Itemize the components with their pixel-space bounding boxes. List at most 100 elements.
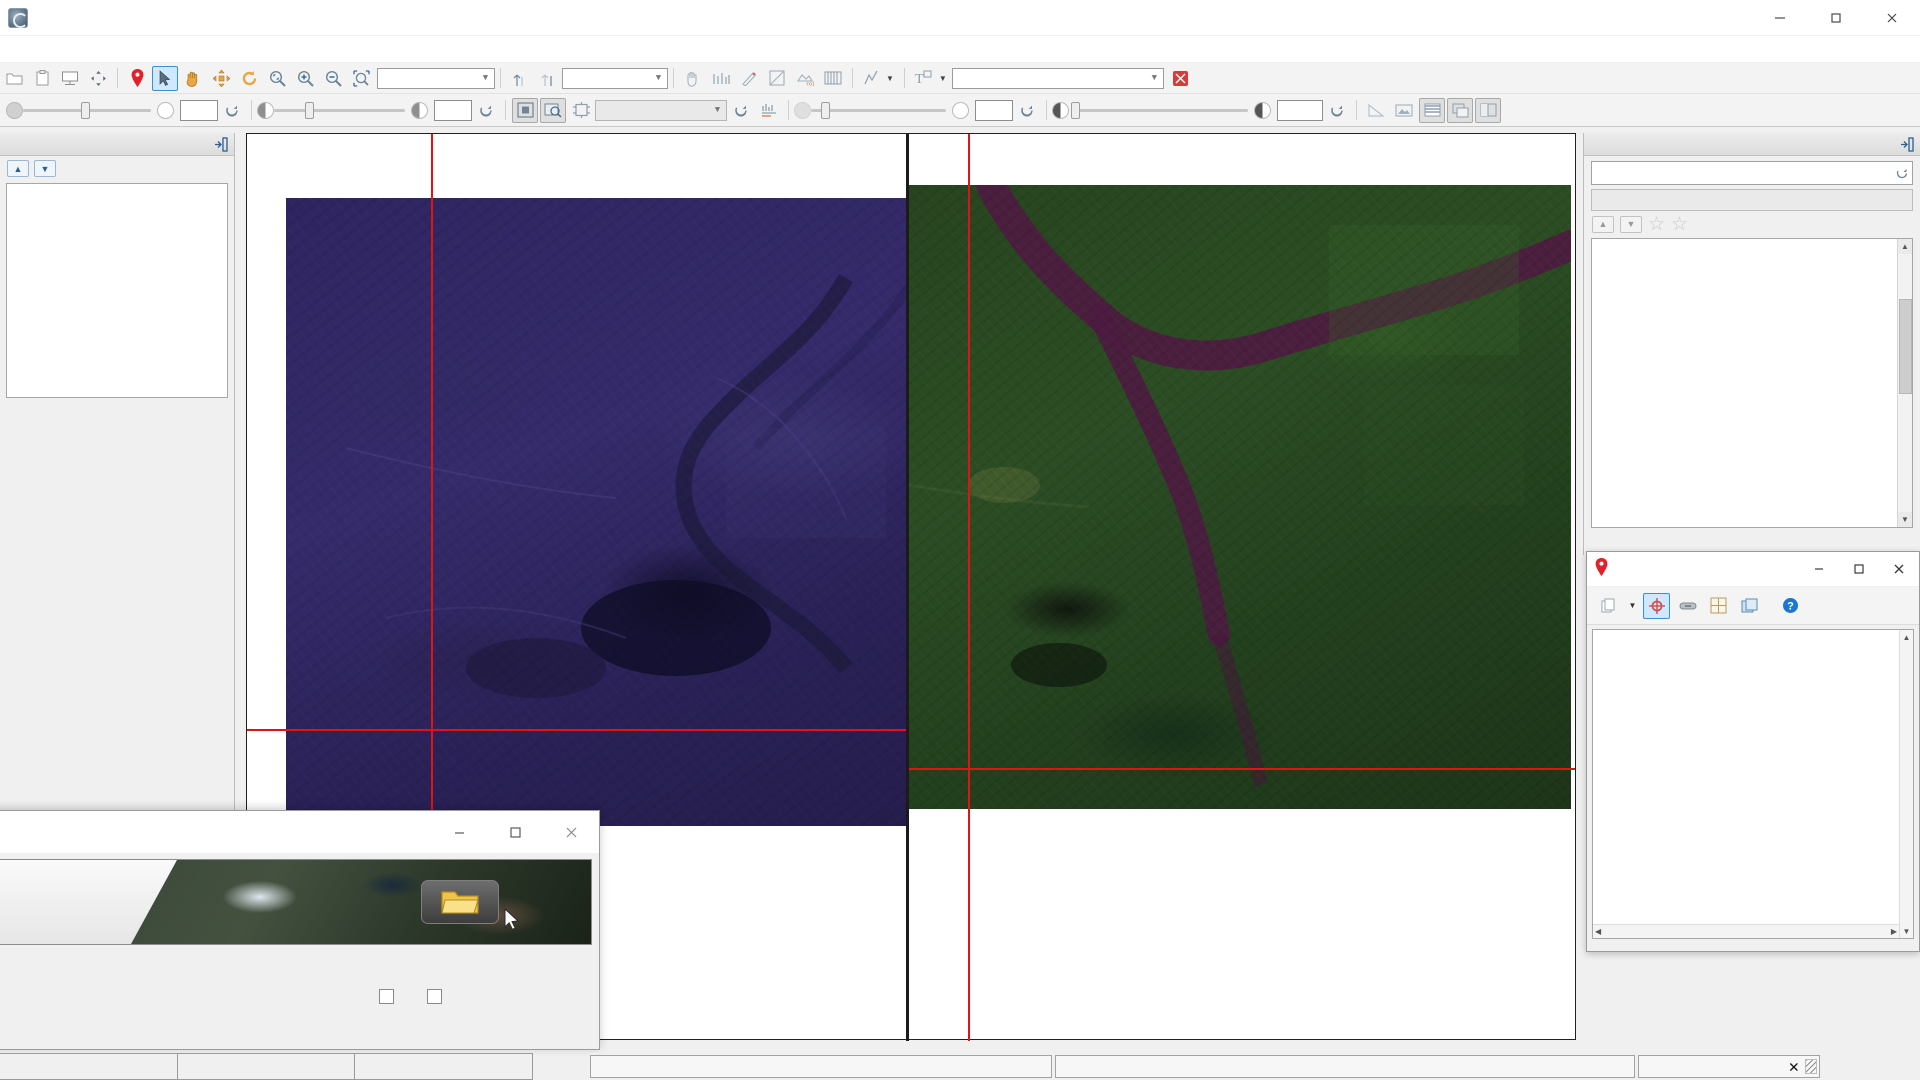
close-icon[interactable]: ✕: [1789, 1057, 1799, 1077]
scroll-down-icon[interactable]: ▼: [1900, 924, 1913, 938]
pencil-measure-icon[interactable]: [736, 66, 762, 91]
sharpen-value[interactable]: [1277, 99, 1323, 121]
hand-pan-icon[interactable]: [180, 66, 206, 91]
menu-edit[interactable]: [34, 46, 58, 52]
placemark-pin-icon[interactable]: [124, 66, 150, 91]
help-icon[interactable]: ?: [1777, 593, 1804, 619]
crosshair-target-icon[interactable]: [1643, 592, 1670, 619]
checkbox-box[interactable]: [427, 988, 442, 1004]
scroll-right-icon[interactable]: ▶: [1891, 927, 1897, 936]
brightness-slider[interactable]: [274, 98, 405, 123]
close-icon[interactable]: [1879, 552, 1919, 586]
zoom-out-icon[interactable]: [320, 66, 346, 91]
base-image-tm-data[interactable]: [286, 198, 906, 826]
select-arrow-icon[interactable]: [152, 65, 178, 91]
link-icon[interactable]: [1674, 593, 1701, 619]
open-folder-icon[interactable]: [421, 880, 499, 924]
snapshot-icon[interactable]: [1391, 98, 1417, 123]
refresh-transparency-icon[interactable]: [219, 98, 245, 123]
stretch-refresh-icon[interactable]: [728, 98, 754, 123]
scroll-up-icon[interactable]: ▲: [1898, 239, 1912, 254]
refresh-brightness-icon[interactable]: [473, 98, 499, 123]
predict-warp-location-checkbox[interactable]: [379, 988, 399, 1004]
zoom-extent-icon[interactable]: [264, 66, 290, 91]
portal-icon[interactable]: [568, 98, 594, 123]
cursor-value-hscrollbar[interactable]: ◀ ▶: [1593, 924, 1899, 938]
cursor-value-vscrollbar[interactable]: ▲ ▼: [1899, 630, 1913, 938]
layers-icon[interactable]: [1736, 593, 1763, 619]
maximize-icon[interactable]: [1808, 0, 1864, 36]
sharpen-slider[interactable]: [1069, 98, 1248, 123]
region-icon[interactable]: [764, 66, 790, 91]
star-outline-icon[interactable]: ☆: [1648, 215, 1665, 234]
minimize-icon[interactable]: [431, 812, 487, 852]
clipboard-icon[interactable]: [29, 66, 55, 91]
scroll-down-icon[interactable]: ▼: [1898, 512, 1912, 527]
rotate-icon[interactable]: [236, 66, 262, 91]
maximize-icon[interactable]: [1839, 552, 1879, 586]
zoom-to-native-icon[interactable]: [540, 97, 566, 123]
bandslider-icon[interactable]: [820, 66, 846, 91]
menu-file[interactable]: [10, 46, 34, 52]
open-file-icon[interactable]: [1, 66, 27, 91]
layer-tree[interactable]: [6, 183, 228, 398]
chevron-down-icon[interactable]: ▼: [1620, 215, 1642, 233]
column-header-warpx[interactable]: [177, 1054, 356, 1080]
menu-display[interactable]: [58, 46, 82, 52]
copy-dropdown-caret-icon[interactable]: ▼: [1626, 593, 1639, 619]
minimize-icon[interactable]: [1752, 0, 1808, 36]
menu-placemarks[interactable]: [82, 46, 106, 52]
refresh-contrast-icon[interactable]: [1014, 98, 1040, 123]
rotate-left-icon[interactable]: [507, 66, 533, 91]
pan-crosshair-icon[interactable]: [85, 66, 111, 91]
contrast-value[interactable]: [975, 99, 1013, 121]
star-add-icon[interactable]: ☆: [1671, 215, 1688, 234]
close-icon[interactable]: [543, 812, 599, 852]
transparency-slider[interactable]: [23, 98, 151, 123]
checkbox-box[interactable]: [379, 988, 394, 1004]
grid-icon[interactable]: [1705, 593, 1732, 619]
scrollbar-thumb[interactable]: [1899, 299, 1912, 394]
toolbox-scrollbar[interactable]: ▲ ▼: [1897, 239, 1912, 527]
toolbox-tree[interactable]: ▲ ▼: [1591, 238, 1913, 528]
stretch-dropdown[interactable]: ▼: [595, 99, 727, 121]
go-to-dropdown[interactable]: ▼: [951, 67, 1164, 89]
annotations-button[interactable]: T ▼: [911, 66, 951, 91]
menu-help[interactable]: [154, 46, 178, 52]
transparency-value[interactable]: [180, 99, 218, 121]
column-header-warpy[interactable]: [355, 1054, 534, 1080]
refresh-sharpen-icon[interactable]: [1324, 98, 1350, 123]
chevron-up-icon[interactable]: ▲: [1592, 215, 1614, 233]
dock-pin-icon[interactable]: [1899, 136, 1916, 153]
rotate-right-icon[interactable]: [535, 66, 561, 91]
blend-icon[interactable]: [1419, 97, 1445, 123]
maximize-icon[interactable]: [487, 812, 543, 852]
dock-pin-icon[interactable]: [213, 136, 230, 153]
resize-grip-icon[interactable]: [1805, 1059, 1817, 1074]
minimize-icon[interactable]: [1799, 552, 1839, 586]
vectors-button[interactable]: ▼: [859, 66, 898, 91]
contrast-slider[interactable]: [811, 98, 946, 123]
close-icon[interactable]: [1864, 0, 1920, 36]
scroll-left-icon[interactable]: ◀: [1595, 927, 1601, 936]
link-views-checkbox[interactable]: [427, 988, 447, 1004]
spectral-profile-icon[interactable]: [708, 66, 734, 91]
scroll-up-icon[interactable]: ▲: [1900, 630, 1913, 644]
warp-image-cbers02b[interactable]: [909, 185, 1571, 809]
chevron-down-icon[interactable]: ▼: [34, 160, 56, 177]
fit-to-window-icon[interactable]: [512, 97, 538, 123]
flicker-icon[interactable]: [1447, 97, 1473, 123]
measure-icon[interactable]: [1363, 98, 1389, 123]
rotation-angle-dropdown[interactable]: ▼: [562, 67, 668, 89]
zoom-to-dropdown[interactable]: ▼: [377, 67, 495, 89]
roi-icon[interactable]: roi: [792, 66, 818, 91]
brightness-value[interactable]: [434, 99, 472, 121]
fly-icon[interactable]: [208, 66, 234, 91]
menu-server[interactable]: [130, 46, 154, 52]
zoom-in-icon[interactable]: [292, 66, 318, 91]
refresh-icon[interactable]: [1891, 167, 1912, 180]
search-input[interactable]: [1592, 163, 1892, 183]
display-icon[interactable]: [57, 66, 83, 91]
zoom-region-icon[interactable]: [348, 66, 374, 91]
crop-hand-icon[interactable]: [680, 66, 706, 91]
